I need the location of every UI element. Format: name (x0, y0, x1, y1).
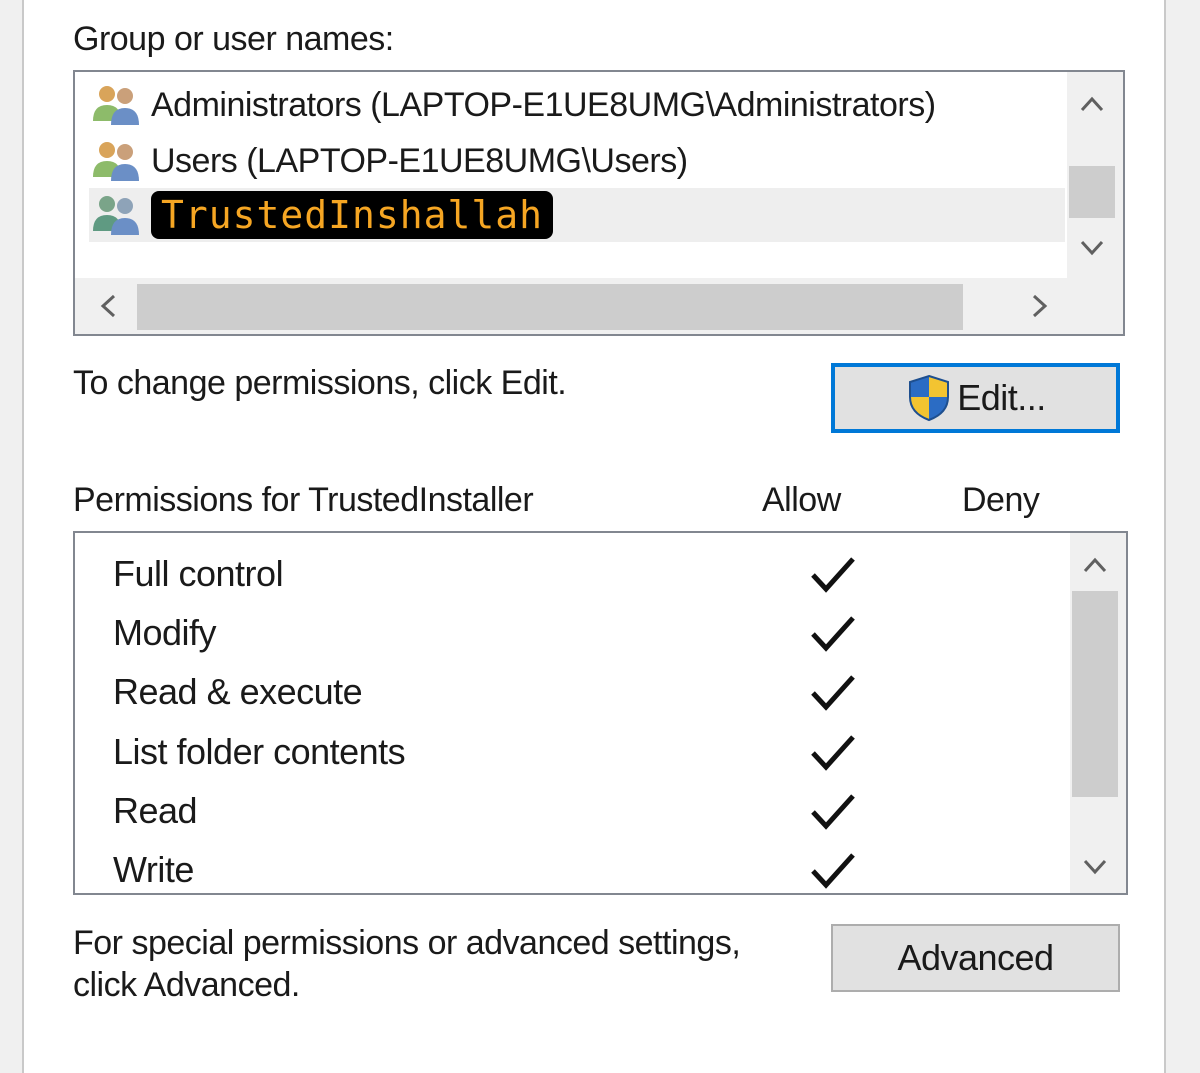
permission-name: Read & execute (113, 671, 363, 712)
uac-shield-icon (909, 374, 950, 422)
list-item-trusted-selected[interactable]: TrustedInshallah (89, 188, 1065, 242)
group-list-horizontal-scrollbar[interactable] (75, 278, 1123, 334)
advanced-hint-line2: click Advanced. (73, 966, 300, 1004)
scrollbar-thumb[interactable] (137, 284, 963, 330)
permission-name: List folder contents (113, 731, 406, 772)
advanced-hint-line1: For special permissions or advanced sett… (73, 924, 741, 962)
permission-name: Modify (113, 612, 217, 653)
scroll-up-icon[interactable] (1069, 82, 1115, 126)
users-group-icon (89, 81, 145, 129)
allow-column-header: Allow (762, 481, 841, 519)
group-names-label: Group or user names: (73, 20, 394, 58)
scroll-right-icon[interactable] (1017, 284, 1063, 328)
list-item-label: Users (LAPTOP-E1UE8UMG\Users) (151, 141, 688, 180)
permission-name: Full control (113, 553, 284, 594)
scroll-down-icon[interactable] (1072, 845, 1118, 889)
outside-area (1166, 0, 1200, 1073)
allow-check-icon (811, 735, 855, 771)
allow-check-icon (811, 557, 855, 593)
permission-row-modify: Modify (113, 606, 1073, 662)
edit-hint-text: To change permissions, click Edit. (73, 364, 567, 402)
selected-group-name: TrustedInshallah (151, 191, 554, 239)
edit-button-label: Edit... (957, 377, 1046, 418)
allow-check-icon (811, 675, 855, 711)
scroll-up-icon[interactable] (1072, 543, 1118, 587)
permission-row-read: Read (113, 784, 1073, 840)
scrollbar-corner (1067, 278, 1123, 334)
scrollbar-thumb[interactable] (1072, 591, 1118, 797)
advanced-button-label: Advanced (897, 937, 1054, 978)
list-item-administrators[interactable]: Administrators (LAPTOP-E1UE8UMG\Administ… (89, 78, 936, 132)
permission-row-list-folder-contents: List folder contents (113, 725, 1073, 781)
permissions-listbox[interactable]: Full control Modify Read & execute List … (73, 531, 1128, 895)
list-item-users[interactable]: Users (LAPTOP-E1UE8UMG\Users) (89, 134, 688, 188)
scroll-down-icon[interactable] (1069, 226, 1115, 270)
group-user-listbox[interactable]: Administrators (LAPTOP-E1UE8UMG\Administ… (73, 70, 1125, 336)
allow-check-icon (811, 853, 855, 889)
permissions-for-label: Permissions for TrustedInstaller (73, 481, 534, 519)
advanced-button[interactable]: Advanced (831, 924, 1120, 992)
allow-check-icon (811, 794, 855, 830)
permission-name: Read (113, 790, 198, 831)
scroll-left-icon[interactable] (85, 284, 131, 328)
permission-row-read-execute: Read & execute (113, 665, 1073, 721)
scrollbar-thumb[interactable] (1069, 166, 1115, 218)
permissions-vertical-scrollbar[interactable] (1070, 533, 1126, 893)
deny-column-header: Deny (962, 481, 1040, 519)
allow-check-icon (811, 616, 855, 652)
list-item-label: Administrators (LAPTOP-E1UE8UMG\Administ… (151, 85, 936, 124)
permission-name: Write (113, 849, 194, 890)
users-group-icon (89, 137, 145, 185)
group-list-vertical-scrollbar[interactable] (1067, 72, 1123, 280)
edit-button[interactable]: Edit... (831, 363, 1120, 433)
users-group-icon (89, 191, 145, 239)
permission-row-write: Write (113, 843, 1073, 893)
permission-row-full-control: Full control (113, 547, 1073, 603)
